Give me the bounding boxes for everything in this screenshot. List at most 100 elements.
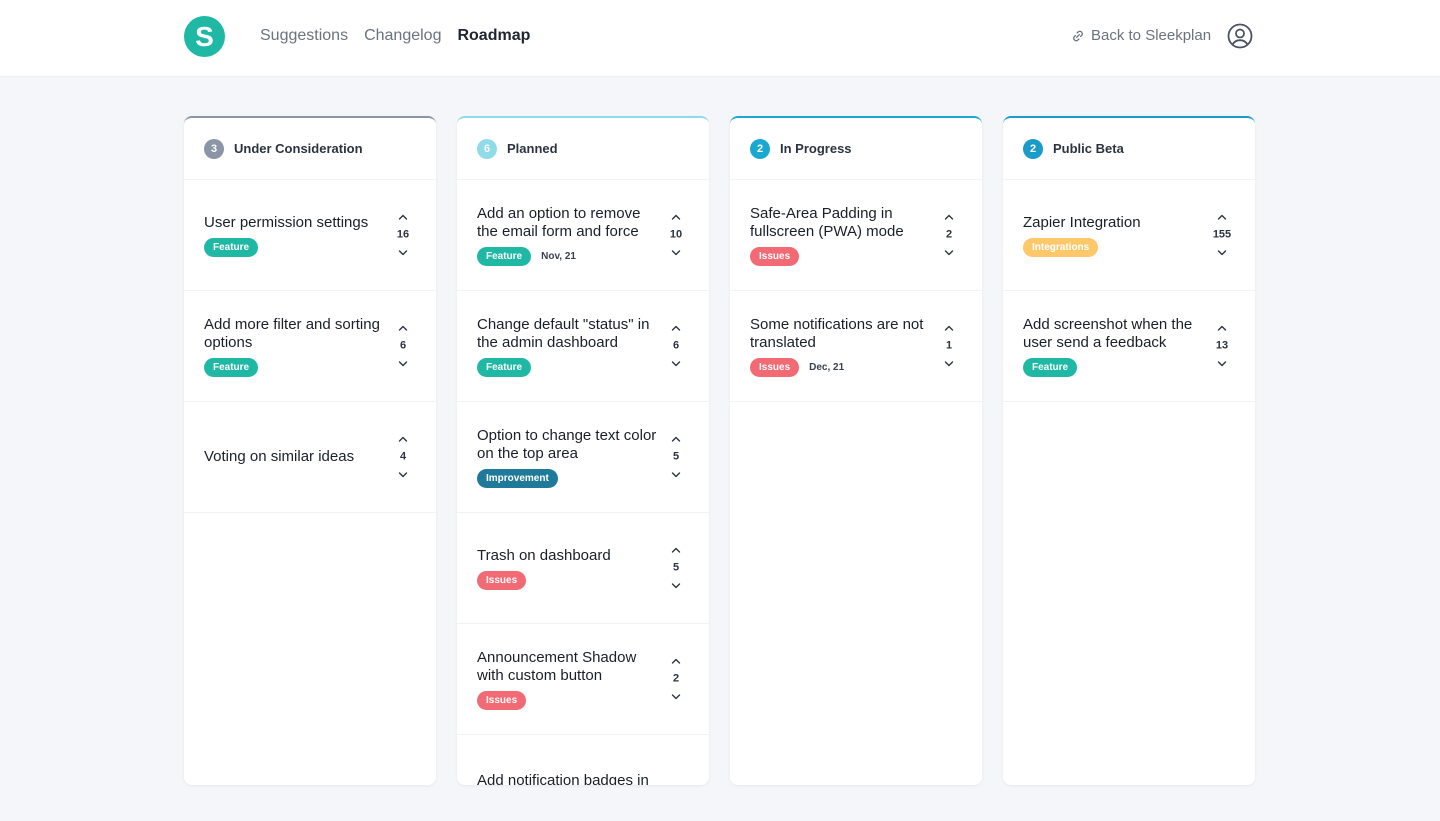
back-to-sleekplan-link[interactable]: Back to Sleekplan [1071,26,1211,46]
card-meta: Feature [204,357,384,377]
upvote-chevron-up-icon[interactable] [1216,323,1228,335]
card-body: Option to change text color on the top a… [477,402,657,512]
upvote-chevron-up-icon[interactable] [943,212,955,224]
column-count-badge: 2 [750,138,770,159]
upvote-chevron-up-icon[interactable] [670,545,682,557]
card-meta: Feature Nov, 21 [477,246,657,266]
vote-count: 13 [1215,339,1229,352]
upvote-chevron-up-icon[interactable] [397,212,409,224]
category-tag: Improvement [477,468,558,488]
vote-count: 6 [399,339,407,352]
card-meta: Issues Dec, 21 [750,357,930,377]
downvote-chevron-down-icon[interactable] [670,358,682,370]
vote-count: 2 [672,672,680,685]
column-title: In Progress [780,141,852,156]
card-body: Change default "status" in the admin das… [477,291,657,401]
vote-control: 2 [663,656,689,703]
downvote-chevron-down-icon[interactable] [943,358,955,370]
category-tag: Issues [750,246,800,266]
upvote-chevron-up-icon[interactable] [397,434,409,446]
column-title: Planned [507,141,558,156]
downvote-chevron-down-icon[interactable] [943,247,955,259]
vote-control: 6 [663,323,689,370]
roadmap-card[interactable]: Option to change text color on the top a… [457,402,709,513]
card-title: Option to change text color on the top a… [477,426,657,462]
vote-count: 2 [945,228,953,241]
column-public-beta: 2 Public Beta Zapier Integration Integratio… [1003,116,1255,785]
card-meta: Feature [477,357,657,377]
card-title: Add an option to remove the email form a… [477,204,641,240]
column-header: 3 Under Consideration [184,118,436,180]
vote-count: 16 [396,228,410,241]
downvote-chevron-down-icon[interactable] [1216,358,1228,370]
downvote-chevron-down-icon[interactable] [670,469,682,481]
downvote-chevron-down-icon[interactable] [670,691,682,703]
brand-logo[interactable]: S [184,16,225,57]
roadmap-card[interactable]: Add screenshot when the user send a feed… [1003,291,1255,402]
upvote-chevron-up-icon[interactable] [943,323,955,335]
card-title: User permission settings [204,213,369,231]
vote-control: 4 [390,434,416,481]
downvote-chevron-down-icon[interactable] [397,358,409,370]
card-meta: Issues [477,690,657,710]
upvote-chevron-up-icon[interactable] [1216,212,1228,224]
card-title: Safe-Area Padding in fullscreen (PWA) mo… [750,204,904,240]
column-under-consideration: 3 Under Consideration User permission sett… [184,116,436,785]
downvote-chevron-down-icon[interactable] [670,580,682,592]
card-body: Safe-Area Padding in fullscreen (PWA) mo… [750,180,930,290]
roadmap-card[interactable]: Zapier Integration Integrations 155 [1003,180,1255,291]
card-title: Add notification badges in New Customize… [477,772,649,785]
roadmap-card[interactable]: Some notifications are not translated Iss… [730,291,982,402]
roadmap-card[interactable]: Change default "status" in the admin das… [457,291,709,402]
upvote-chevron-up-icon[interactable] [670,656,682,668]
back-link-label: Back to Sleekplan [1091,27,1212,44]
card-title: Add screenshot when the user send a feed… [1023,315,1193,351]
card-title: Trash on dashboard [477,546,611,564]
card-body: Add more filter and sorting options Featu… [204,291,384,401]
upvote-chevron-up-icon[interactable] [670,323,682,335]
downvote-chevron-down-icon[interactable] [397,247,409,259]
card-title: Some notifications are not translated [750,315,924,351]
nav-changelog[interactable]: Changelog [364,26,441,46]
category-tag: Issues [750,357,800,377]
category-tag: Feature [477,357,532,377]
nav-suggestions[interactable]: Suggestions [260,26,348,46]
vote-control: 1 [936,323,962,370]
vote-control: 5 [663,434,689,481]
card-title: Zapier Integration [1023,213,1141,231]
link-icon [1073,30,1083,42]
roadmap-card[interactable]: Trash on dashboard Issues 5 [457,513,709,624]
card-body: Add notification badges in New Customize… [477,735,657,785]
card-title: Voting on similar ideas [204,448,355,465]
vote-count: 4 [399,450,407,463]
upvote-chevron-up-icon[interactable] [670,212,682,224]
upvote-chevron-up-icon[interactable] [670,434,682,446]
roadmap-card[interactable]: Voting on similar ideas 4 [184,402,436,513]
roadmap-card[interactable]: Announcement Shadow with custom button Is… [457,624,709,735]
column-planned: 6 Planned Add an option to remove the emai… [457,116,709,785]
card-body: User permission settings Feature [204,180,384,290]
card-meta: Improvement [477,468,657,488]
column-count-badge: 3 [204,138,224,159]
upvote-chevron-up-icon[interactable] [397,323,409,335]
column-count-badge: 6 [477,138,497,159]
roadmap-card[interactable]: User permission settings Feature 16 [184,180,436,291]
vote-count: 5 [672,450,680,463]
category-tag: Feature [477,246,532,266]
user-avatar-icon[interactable] [1227,23,1253,49]
category-tag: Issues [477,690,527,710]
vote-control: 155 [1209,212,1235,259]
nav-roadmap[interactable]: Roadmap [457,26,530,46]
downvote-chevron-down-icon[interactable] [1216,247,1228,259]
roadmap-card[interactable]: Safe-Area Padding in fullscreen (PWA) mo… [730,180,982,291]
upvote-chevron-up-icon[interactable] [670,784,682,785]
main-nav: Suggestions Changelog Roadmap [260,26,530,46]
downvote-chevron-down-icon[interactable] [397,469,409,481]
roadmap-card[interactable]: Add an option to remove the email form a… [457,180,709,291]
vote-control [663,784,689,785]
downvote-chevron-down-icon[interactable] [670,247,682,259]
card-meta: Integrations [1023,237,1203,257]
roadmap-card[interactable]: Add notification badges in New Customize… [457,735,709,785]
card-title: Add more filter and sorting options [204,315,380,351]
roadmap-card[interactable]: Add more filter and sorting options Featu… [184,291,436,402]
